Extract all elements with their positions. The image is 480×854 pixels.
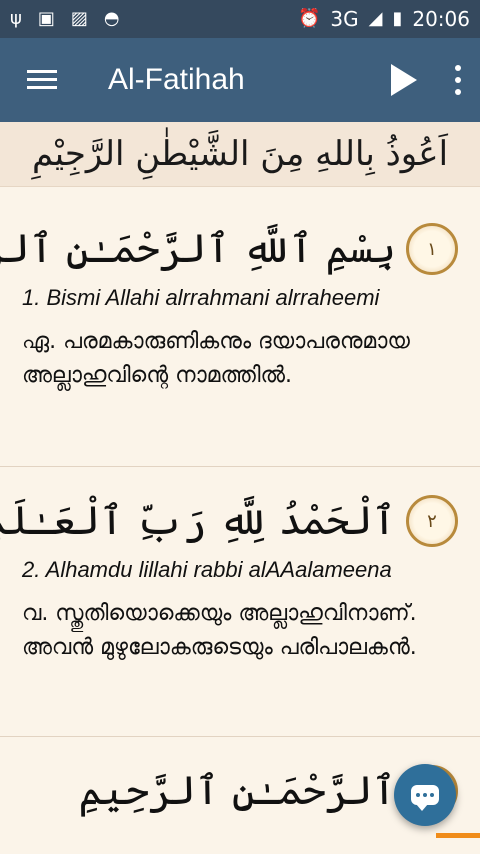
taawwuz-header: اَعُوذُ بِاللهِ مِنَ الشَّيْطٰنِ الرَّجِ… [0,122,480,187]
verse-transliteration: 1. Bismi Allahi alrrahmani alrraheemi [22,285,380,310]
play-button[interactable] [372,38,436,122]
usb-icon: ψ [10,8,22,29]
battery-icon: ▮ [392,8,403,29]
menu-icon [27,70,57,90]
ayah-number-icon: ٢ [406,495,458,547]
signal-icon: ◢ [368,8,383,29]
verse-arabic: ٱلرَّحْمَـٰنِ ٱلرَّحِيمِ [78,768,396,814]
android-icon: ◓ [103,8,120,29]
menu-button[interactable] [0,38,84,122]
chat-fab-button[interactable] [394,764,456,826]
verse-item[interactable]: ٱلْحَمْدُ لِلَّهِ رَبِّ ٱلْعَـٰلَمِينَ ٢… [0,467,480,737]
verse-list[interactable]: اَعُوذُ بِاللهِ مِنَ الشَّيْطٰنِ الرَّجِ… [0,122,480,854]
status-bar: ψ ▣ ▨ ◓ ⏰ 3G ◢ ▮ 20:06 [0,0,480,38]
notification-icons: ψ ▣ ▨ ◓ [10,10,120,28]
more-options-button[interactable] [436,38,480,122]
play-icon [391,64,417,96]
message-icon: ▣ [37,8,55,29]
more-vert-icon [455,65,461,71]
image-icon: ▨ [70,8,88,29]
network-type: 3G [330,7,359,31]
verse-arabic: بِسْمِ ٱللَّهِ ٱلرَّحْمَـٰنِ ٱلرَّحِيمِ [0,226,396,272]
ayah-number-icon: ١ [406,223,458,275]
app-bar: Al-Fatihah [0,38,480,122]
verse-translation: ഏ. പരമകാരുണികനും ദയാപരനുമായ അല്ലാഹുവിന്റ… [22,329,410,388]
verse-transliteration: 2. Alhamdu lillahi rabbi alAAalameena [22,557,392,582]
clock: 20:06 [412,7,470,31]
scroll-indicator [436,833,480,838]
chat-icon [411,785,439,811]
verse-arabic: ٱلْحَمْدُ لِلَّهِ رَبِّ ٱلْعَـٰلَمِينَ [0,498,396,544]
page-title: Al-Fatihah [108,63,245,96]
alarm-icon: ⏰ [297,8,321,29]
system-status: ⏰ 3G ◢ ▮ 20:06 [298,7,470,31]
verse-translation: വ. സ്തുതിയൊക്കെയും അല്ലാഹുവിനാണ്. അവന്‍ … [22,601,417,660]
verse-item[interactable]: بِسْمِ ٱللَّهِ ٱلرَّحْمَـٰنِ ٱلرَّحِيمِ … [0,187,480,467]
